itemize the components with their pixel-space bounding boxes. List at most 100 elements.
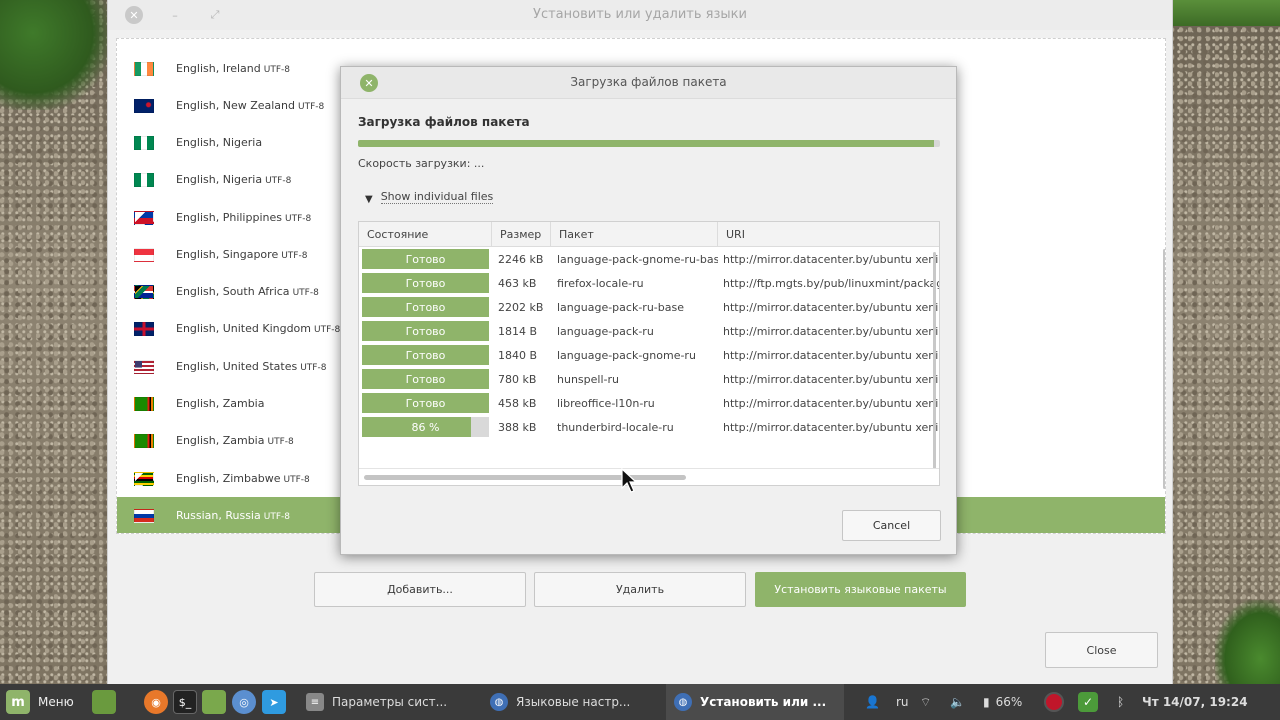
wallpaper-grass bbox=[1172, 0, 1280, 26]
file-size: 2202 kB bbox=[498, 300, 544, 314]
russia-flag-icon bbox=[134, 508, 154, 523]
language-label: English, New Zealand UTF-8 bbox=[176, 99, 324, 112]
file-progress-bar: 86 % bbox=[362, 417, 489, 437]
horizontal-scrollbar[interactable] bbox=[364, 475, 686, 480]
file-row[interactable]: Готово 1814 B language-pack-ru http://mirro… bbox=[359, 319, 939, 343]
language-name: English, United States bbox=[176, 360, 298, 373]
south-africa-flag-icon bbox=[134, 284, 154, 299]
file-package: thunderbird-locale-ru bbox=[557, 420, 674, 434]
bluetooth-icon[interactable]: ᛒ bbox=[1117, 684, 1124, 720]
battery-indicator[interactable]: ▮ 66% bbox=[983, 684, 1022, 720]
file-row[interactable]: Готово 1840 B language-pack-gnome-ru http:/… bbox=[359, 343, 939, 367]
file-size: 463 kB bbox=[498, 276, 537, 290]
volume-icon[interactable]: 🔈 bbox=[950, 684, 965, 720]
language-label: English, Nigeria bbox=[176, 136, 265, 149]
philippines-flag-icon bbox=[134, 210, 154, 225]
file-package: language-pack-ru bbox=[557, 324, 654, 338]
window-title: Установить или удалить языки bbox=[533, 7, 747, 22]
telegram-icon[interactable]: ➤ bbox=[262, 690, 286, 714]
file-progress-bar: Готово bbox=[362, 369, 489, 389]
file-uri: http://mirror.datacenter.by/ubuntu xenia… bbox=[723, 420, 939, 434]
file-row[interactable]: Готово 463 kB firefox-locale-ru http://ftp.… bbox=[359, 271, 939, 295]
task-install-languages[interactable]: ◍ Установить или ... bbox=[666, 684, 844, 720]
wifi-icon[interactable]: ⌔ bbox=[920, 684, 931, 720]
wallpaper-grass bbox=[1215, 600, 1280, 684]
file-state: 86 % bbox=[411, 420, 440, 434]
dialog-titlebar[interactable]: ✕ Загрузка файлов пакета bbox=[341, 67, 956, 99]
nigeria-flag-icon bbox=[134, 135, 154, 150]
files-table: Состояние Размер Пакет URI Готово 2246 kB… bbox=[358, 221, 940, 486]
task-label: Установить или ... bbox=[700, 695, 827, 709]
task-label: Параметры сист... bbox=[332, 695, 448, 709]
language-label: English, Zambia bbox=[176, 397, 267, 410]
file-progress-bar: Готово bbox=[362, 345, 489, 365]
zambia-flag-icon bbox=[134, 396, 154, 411]
file-size: 1840 B bbox=[498, 348, 538, 362]
menu-button[interactable]: m Меню bbox=[6, 684, 74, 720]
window-titlebar[interactable]: ✕ – ⤢ Установить или удалить языки bbox=[108, 0, 1172, 30]
wallpaper-grass bbox=[0, 0, 110, 110]
user-icon[interactable]: 👤 bbox=[865, 684, 880, 720]
file-progress-bar: Готово bbox=[362, 321, 489, 341]
column-header-state[interactable]: Состояние bbox=[359, 222, 492, 247]
firefox-icon[interactable]: ◉ bbox=[144, 690, 168, 714]
chromium-icon[interactable]: ◎ bbox=[232, 690, 256, 714]
file-progress-bar: Готово bbox=[362, 273, 489, 293]
zimbabwe-flag-icon bbox=[134, 471, 154, 486]
shield-icon[interactable]: ✓ bbox=[1078, 684, 1098, 720]
remove-language-button[interactable]: Удалить bbox=[534, 572, 746, 607]
dialog-heading: Загрузка файлов пакета bbox=[358, 115, 530, 129]
ireland-flag-icon bbox=[134, 61, 154, 76]
language-name: English, Philippines bbox=[176, 211, 282, 224]
language-name: English, Ireland bbox=[176, 62, 261, 75]
desktop-icon[interactable] bbox=[92, 690, 116, 714]
battery-percent: 66% bbox=[995, 695, 1023, 709]
add-language-button[interactable]: Добавить... bbox=[314, 572, 526, 607]
language-name: English, New Zealand bbox=[176, 99, 295, 112]
file-row[interactable]: Готово 2246 kB language-pack-gnome-ru-base… bbox=[359, 247, 939, 271]
menu-label: Меню bbox=[38, 695, 74, 709]
file-row[interactable]: Готово 2202 kB language-pack-ru-base http:/… bbox=[359, 295, 939, 319]
horizontal-scroll-track[interactable] bbox=[359, 468, 939, 485]
file-size: 780 kB bbox=[498, 372, 537, 386]
singapore-flag-icon bbox=[134, 247, 154, 262]
show-files-expander[interactable]: ▼ Show individual files bbox=[365, 188, 494, 205]
dialog-title: Загрузка файлов пакета bbox=[570, 75, 727, 89]
files-icon[interactable] bbox=[202, 690, 226, 714]
language-name: English, Zimbabwe bbox=[176, 472, 281, 485]
file-size: 1814 B bbox=[498, 324, 538, 338]
column-header-uri[interactable]: URI bbox=[718, 222, 939, 247]
vertical-scrollbar[interactable] bbox=[933, 252, 936, 478]
language-label: English, Singapore UTF-8 bbox=[176, 248, 307, 261]
language-label: English, United Kingdom UTF-8 bbox=[176, 322, 340, 335]
close-button[interactable]: Close bbox=[1045, 632, 1158, 668]
language-name: English, Singapore bbox=[176, 248, 279, 261]
language-encoding: UTF-8 bbox=[267, 437, 294, 447]
file-row[interactable]: Готово 458 kB libreoffice-l10n-ru http://mi… bbox=[359, 391, 939, 415]
file-state: Готово bbox=[405, 348, 446, 362]
language-name: English, Nigeria bbox=[176, 173, 263, 186]
task-language-settings[interactable]: ◍ Языковые настр... bbox=[482, 684, 660, 720]
keyboard-layout[interactable]: ru bbox=[896, 684, 909, 720]
clock[interactable]: Чт 14/07, 19:24 bbox=[1142, 684, 1248, 720]
file-uri: http://mirror.datacenter.by/ubuntu xenia… bbox=[723, 348, 939, 362]
terminal-icon[interactable]: $_ bbox=[173, 690, 197, 714]
language-encoding: UTF-8 bbox=[300, 363, 327, 373]
file-progress-bar: Готово bbox=[362, 297, 489, 317]
language-encoding: UTF-8 bbox=[263, 512, 290, 522]
file-row[interactable]: 86 % 388 kB thunderbird-locale-ru http://mi… bbox=[359, 415, 939, 439]
column-header-size[interactable]: Размер bbox=[492, 222, 551, 247]
file-package: language-pack-gnome-ru bbox=[557, 348, 696, 362]
column-header-package[interactable]: Пакет bbox=[551, 222, 718, 247]
language-encoding: UTF-8 bbox=[283, 475, 310, 485]
file-uri: http://mirror.datacenter.by/ubuntu xenia… bbox=[723, 372, 939, 386]
mouse-cursor-icon bbox=[621, 468, 637, 493]
language-encoding: UTF-8 bbox=[284, 214, 312, 224]
install-language-packs-button[interactable]: Установить языковые пакеты bbox=[755, 572, 966, 607]
record-icon[interactable] bbox=[1044, 684, 1064, 720]
zambia-flag-icon bbox=[134, 433, 154, 448]
file-row[interactable]: Готово 780 kB hunspell-ru http://mirror.dat… bbox=[359, 367, 939, 391]
language-encoding: UTF-8 bbox=[265, 176, 292, 186]
cancel-button[interactable]: Cancel bbox=[842, 510, 941, 541]
task-system-settings[interactable]: ≡ Параметры сист... bbox=[298, 684, 476, 720]
